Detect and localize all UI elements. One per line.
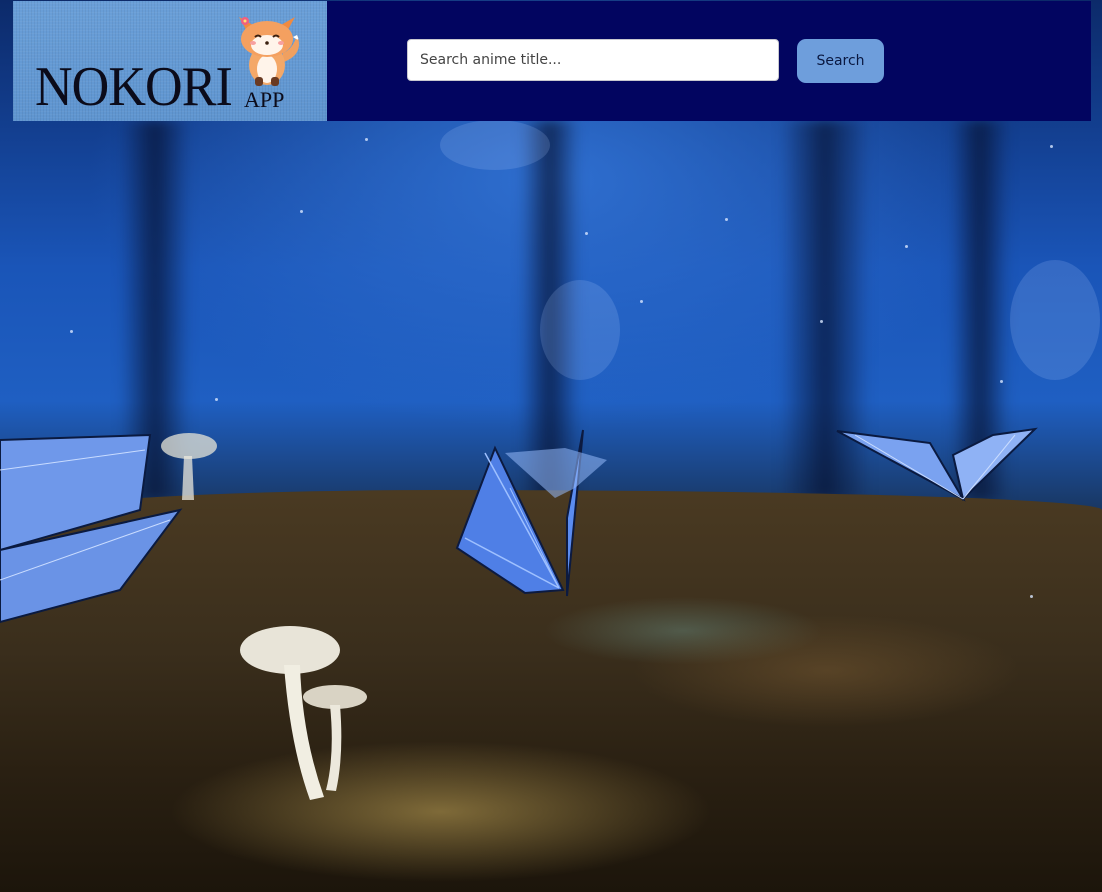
sparkle bbox=[300, 210, 303, 213]
logo-subtitle: APP bbox=[244, 87, 285, 112]
search-button[interactable]: Search bbox=[797, 39, 884, 83]
fox-mascot-icon bbox=[239, 17, 299, 86]
sparkle bbox=[725, 218, 728, 221]
mushroom-icon bbox=[240, 626, 367, 800]
sparkle bbox=[585, 232, 588, 235]
sparkle bbox=[1050, 145, 1053, 148]
logo-title: NOKORI bbox=[35, 56, 233, 118]
bokeh-light bbox=[440, 120, 550, 170]
search-input[interactable] bbox=[407, 39, 779, 81]
sparkle bbox=[1030, 595, 1033, 598]
sparkle bbox=[820, 320, 823, 323]
sparkle bbox=[1000, 380, 1003, 383]
page: NOKORI APP Search bbox=[0, 0, 1102, 892]
butterfly-icon bbox=[836, 427, 1038, 502]
mushroom-icon bbox=[161, 433, 217, 500]
bokeh-light bbox=[1010, 260, 1100, 380]
sparkle bbox=[365, 138, 368, 141]
sparkle bbox=[905, 245, 908, 248]
bokeh-light bbox=[540, 280, 620, 380]
sparkle bbox=[70, 330, 73, 333]
logo[interactable]: NOKORI APP bbox=[13, 1, 327, 121]
sparkle bbox=[215, 398, 218, 401]
top-header: NOKORI APP Search bbox=[13, 1, 1091, 121]
sparkle bbox=[640, 300, 643, 303]
butterfly-icon bbox=[505, 448, 607, 498]
